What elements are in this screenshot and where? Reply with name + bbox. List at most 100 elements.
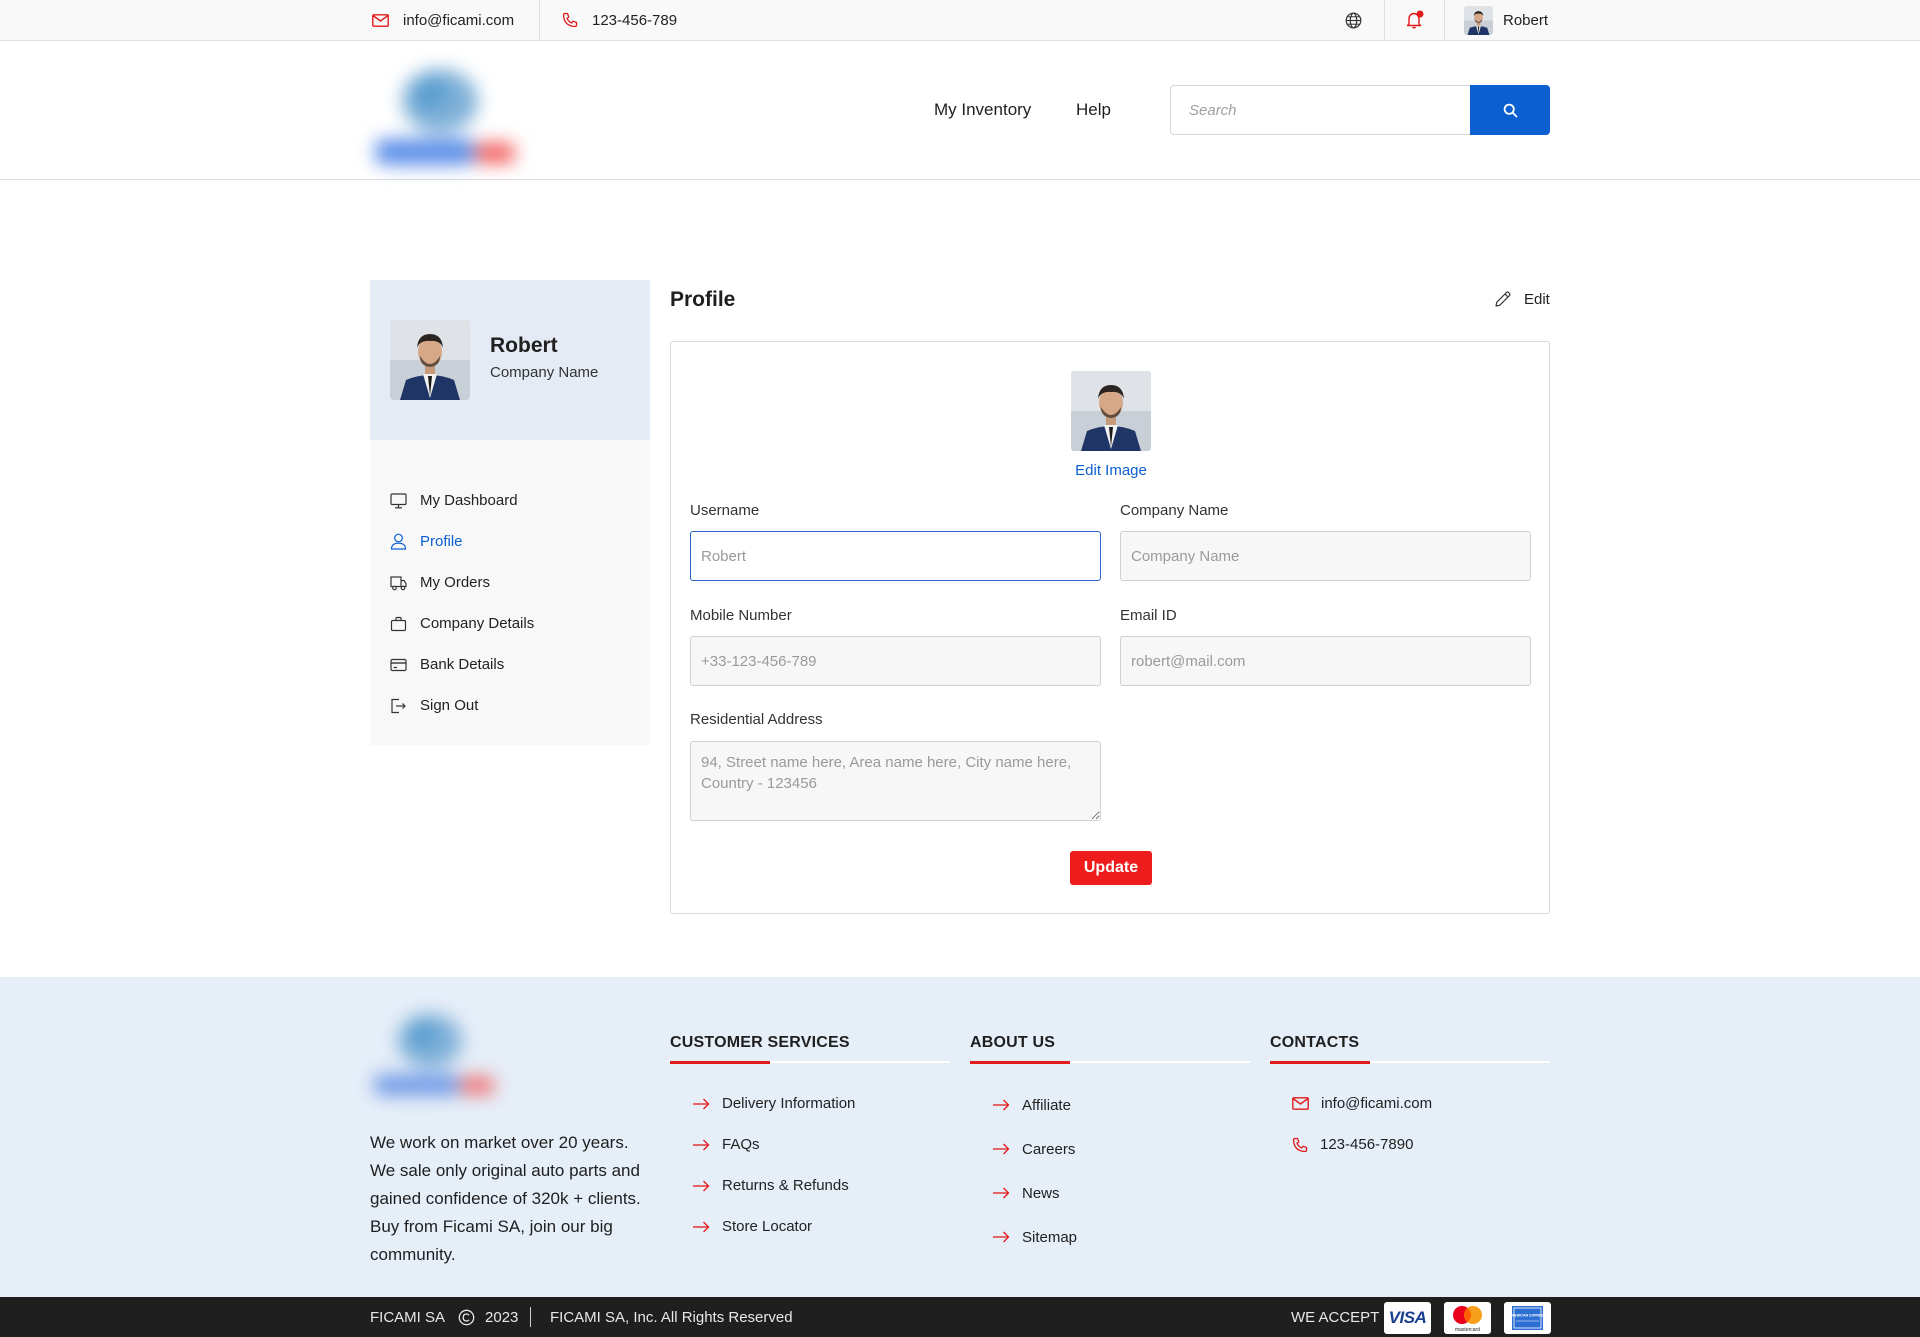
footer-contact-email-text: info@ficami.com	[1321, 1095, 1433, 1112]
profile-image	[1071, 371, 1151, 451]
nav-help[interactable]: Help	[1076, 100, 1111, 120]
footer-column-title: ABOUT US	[970, 1034, 1056, 1051]
topbar-email[interactable]: info@ficami.com	[372, 0, 514, 40]
topbar-divider	[539, 0, 540, 40]
brand-name: FICAMI SA	[370, 1308, 446, 1326]
update-button[interactable]: Update	[1070, 851, 1152, 885]
sidebar-item-my-dashboard[interactable]: My Dashboard	[390, 480, 534, 521]
user-icon	[390, 533, 407, 550]
footer-customer-services: CUSTOMER SERVICES Delivery Information F…	[670, 1034, 950, 1247]
footer-about-text: We work on market over 20 years. We sale…	[370, 1133, 641, 1264]
topbar-phone[interactable]: 123-456-789	[562, 0, 677, 40]
address-label: Residential Address	[690, 711, 823, 728]
email-field[interactable]	[1120, 636, 1531, 686]
sidebar-item-label: Sign Out	[420, 697, 479, 714]
footer-link-store-locator[interactable]: Store Locator	[692, 1206, 950, 1247]
sidebar-item-my-orders[interactable]: My Orders	[390, 562, 534, 603]
arrow-right-icon	[693, 1098, 710, 1109]
sidebar-item-label: My Dashboard	[420, 492, 518, 509]
bottom-bar: FICAMI SA 2023 FICAMI SA, Inc. All Right…	[0, 1297, 1920, 1337]
page-title: Profile	[670, 288, 736, 311]
visa-logo-text: VISA	[1388, 1308, 1427, 1327]
footer-about-us: ABOUT US Affiliate Careers News Sitemap	[970, 1034, 1250, 1259]
footer-link-news[interactable]: News	[992, 1171, 1250, 1215]
bell-icon	[1406, 10, 1424, 29]
phone-icon	[562, 12, 578, 28]
edit-profile-button[interactable]: Edit	[1494, 290, 1550, 308]
globe-icon	[1345, 12, 1362, 28]
sidebar-profile-card: Robert Company Name	[370, 280, 650, 440]
arrow-right-icon	[993, 1143, 1010, 1155]
sidebar-company-name: Company Name	[490, 364, 599, 381]
footer-link-careers[interactable]: Careers	[992, 1127, 1250, 1171]
footer-contact-email[interactable]: info@ficami.com	[1292, 1083, 1550, 1124]
credit-card-icon	[390, 658, 407, 671]
briefcase-icon	[390, 616, 407, 631]
mobile-number-field[interactable]	[690, 636, 1101, 686]
company-name-label: Company Name	[1120, 502, 1229, 519]
copyright-year: 2023	[485, 1308, 519, 1326]
site-header: My Inventory Help	[0, 41, 1920, 180]
edit-image-link[interactable]: Edit Image	[671, 462, 1551, 479]
footer-link-label: News	[1022, 1184, 1060, 1202]
address-field[interactable]	[690, 741, 1101, 821]
footer-link-faqs[interactable]: FAQs	[692, 1124, 950, 1165]
sidebar-item-label: Bank Details	[420, 656, 505, 673]
arrow-right-icon	[693, 1180, 710, 1191]
mastercard-logo: mastercard	[1444, 1302, 1491, 1334]
divider	[1270, 1061, 1550, 1064]
notifications-button[interactable]	[1405, 0, 1439, 40]
divider	[970, 1061, 1250, 1064]
site-footer: We work on market over 20 years. We sale…	[0, 977, 1920, 1297]
top-bar: info@ficami.com 123-456-789 Robert	[0, 0, 1920, 41]
sidebar-item-label: My Orders	[420, 574, 491, 591]
arrow-right-icon	[693, 1221, 710, 1232]
sidebar-menu: My Dashboard Profile My Orders Company D…	[390, 480, 534, 726]
search-input[interactable]	[1170, 85, 1470, 135]
footer-logo[interactable]	[370, 1007, 520, 1107]
user-menu[interactable]: Robert	[1464, 0, 1548, 40]
search-icon	[1503, 103, 1517, 117]
footer-column-title: CONTACTS	[1270, 1034, 1360, 1051]
user-name: Robert	[1503, 11, 1549, 29]
username-label: Username	[690, 502, 760, 519]
arrow-right-icon	[993, 1231, 1010, 1243]
edit-label: Edit	[1524, 290, 1550, 308]
footer-contact-phone-text: 123-456-7890	[1320, 1136, 1414, 1153]
phone-icon	[1292, 1137, 1308, 1152]
sidebar-item-label: Company Details	[420, 615, 535, 632]
topbar-email-text: info@ficami.com	[403, 11, 515, 29]
footer-link-delivery-information[interactable]: Delivery Information	[692, 1083, 950, 1124]
copyright-icon	[458, 1309, 475, 1325]
divider	[530, 1307, 531, 1327]
search-button[interactable]	[1470, 85, 1550, 135]
footer-link-label: Careers	[1022, 1140, 1076, 1158]
truck-icon	[390, 575, 407, 590]
footer-link-label: Delivery Information	[722, 1095, 856, 1112]
avatar	[390, 320, 470, 400]
footer-link-affiliate[interactable]: Affiliate	[992, 1083, 1250, 1127]
topbar-divider	[1444, 0, 1445, 40]
footer-link-label: Affiliate	[1022, 1096, 1071, 1114]
sidebar-item-sign-out[interactable]: Sign Out	[390, 685, 534, 726]
account-sidebar: Robert Company Name My Dashboard Profile…	[370, 280, 650, 745]
nav-my-inventory[interactable]: My Inventory	[934, 100, 1031, 120]
footer-link-returns-refunds[interactable]: Returns & Refunds	[692, 1165, 950, 1206]
site-logo[interactable]	[370, 61, 545, 181]
sidebar-item-company-details[interactable]: Company Details	[390, 603, 534, 644]
topbar-divider	[1384, 0, 1385, 40]
footer-link-sitemap[interactable]: Sitemap	[992, 1215, 1250, 1259]
username-field[interactable]	[690, 531, 1101, 581]
pencil-icon	[1495, 291, 1511, 307]
copyright: FICAMI SA 2023	[370, 1297, 518, 1337]
mastercard-logo-text: mastercard	[1455, 1327, 1480, 1333]
sidebar-item-bank-details[interactable]: Bank Details	[390, 644, 534, 685]
company-name-field[interactable]	[1120, 531, 1531, 581]
language-button[interactable]	[1345, 0, 1376, 40]
footer-contacts: CONTACTS info@ficami.com 123-456-7890	[1270, 1034, 1550, 1165]
sidebar-item-profile[interactable]: Profile	[390, 521, 534, 562]
footer-contact-phone[interactable]: 123-456-7890	[1292, 1124, 1550, 1165]
footer-link-label: Returns & Refunds	[722, 1177, 849, 1194]
arrow-right-icon	[993, 1187, 1010, 1199]
avatar	[1464, 6, 1493, 35]
